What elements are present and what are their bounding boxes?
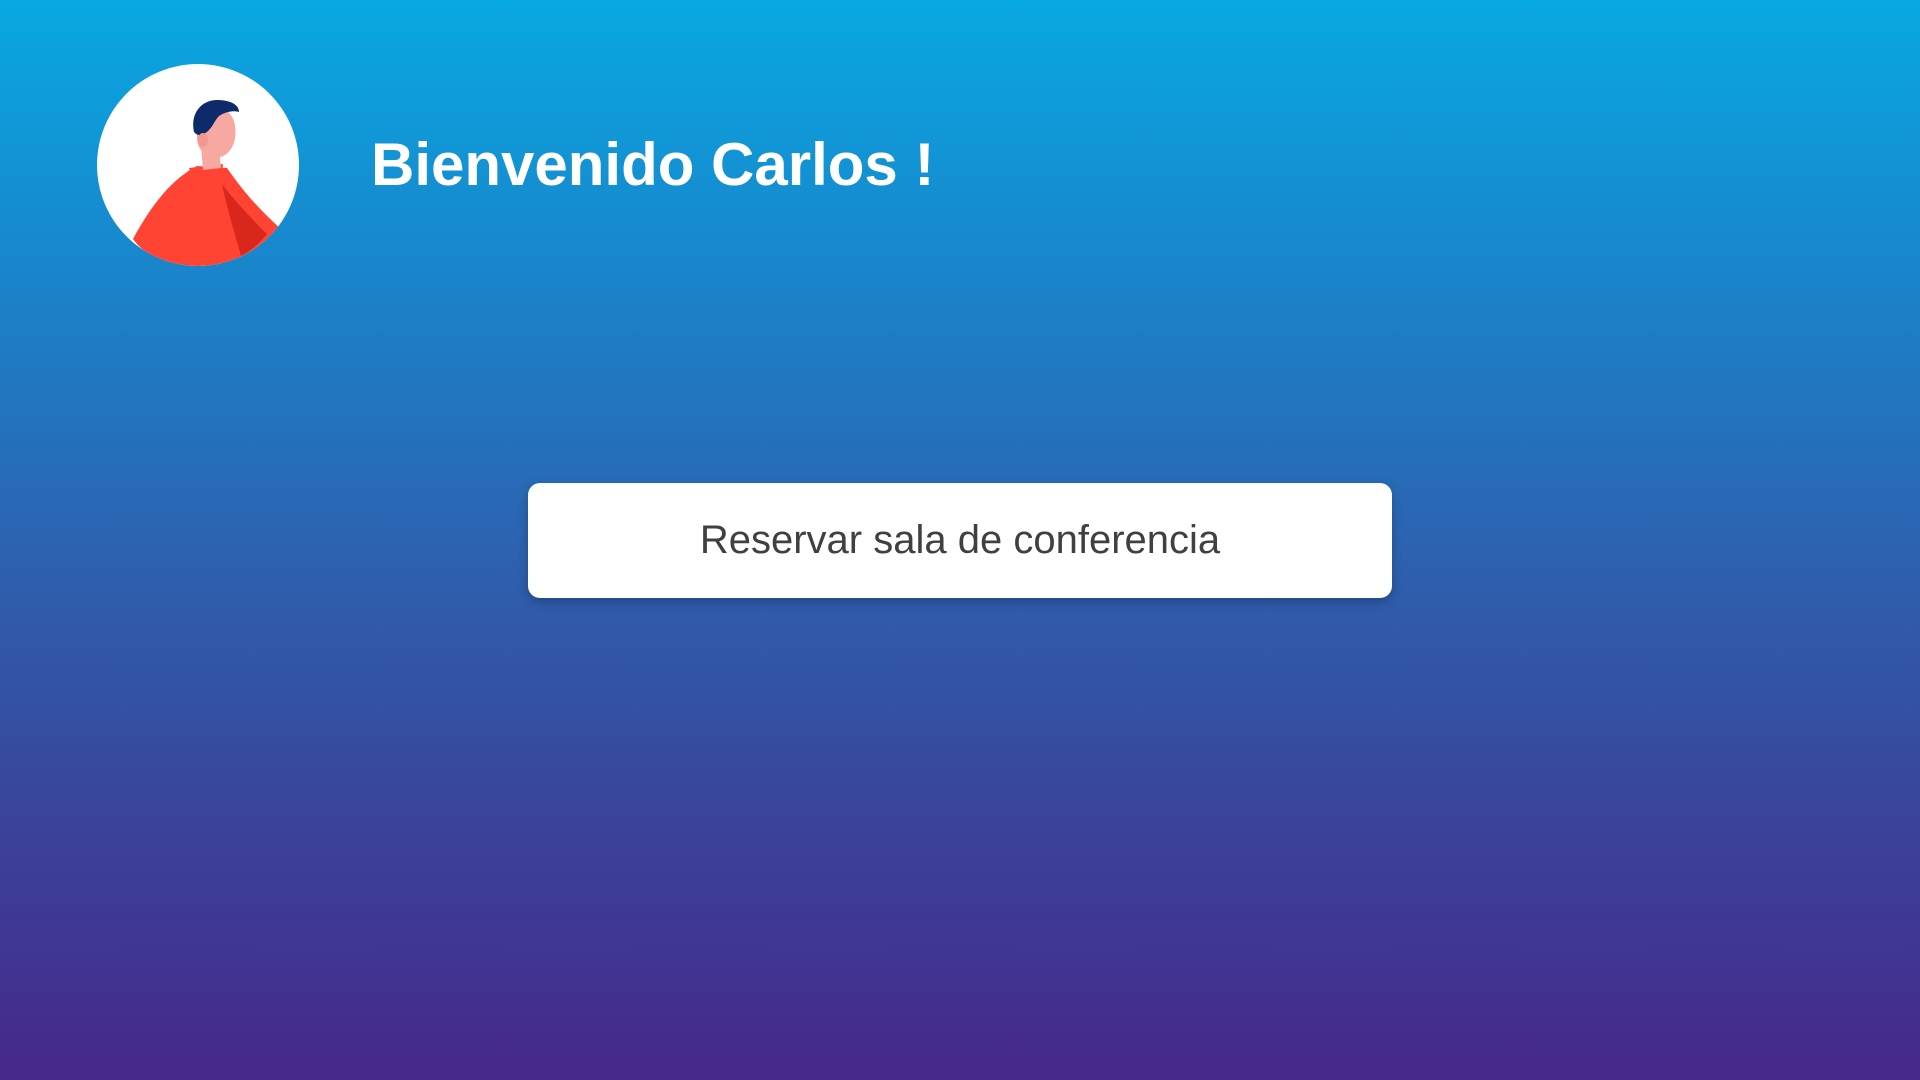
welcome-title: Bienvenido Carlos ! [371,131,935,198]
user-avatar[interactable] [97,64,299,266]
book-conference-room-label: Reservar sala de conferencia [699,518,1221,562]
person-avatar-icon [133,100,282,266]
book-conference-room-button[interactable]: Reservar sala de conferencia [528,483,1392,598]
